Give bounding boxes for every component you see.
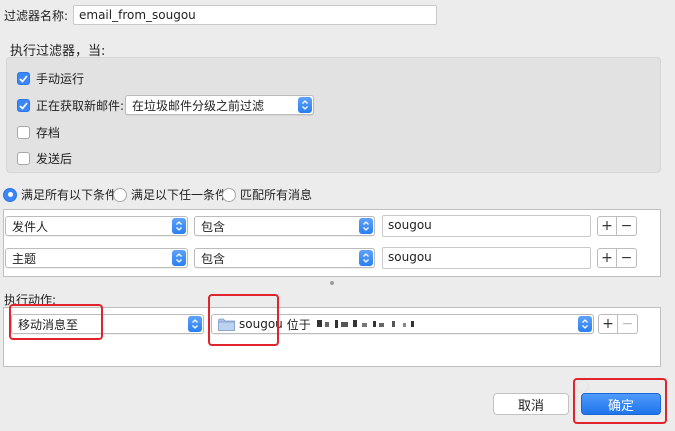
cancel-button[interactable]: 取消: [493, 393, 569, 415]
chevron-updown-icon: [188, 316, 202, 332]
add-action-button[interactable]: +: [598, 314, 618, 334]
condition-value-input[interactable]: sougou: [382, 247, 591, 269]
condition-operator-select[interactable]: 包含: [194, 216, 375, 236]
manual-run-label: 手动运行: [36, 72, 85, 86]
match-every-option[interactable]: 匹配所有消息: [222, 186, 312, 203]
condition-field-value: 主题: [12, 251, 37, 266]
condition-operator-value: 包含: [201, 219, 226, 234]
condition-field-select[interactable]: 主题: [5, 248, 188, 268]
archive-option[interactable]: 存档: [17, 124, 60, 141]
add-condition-button[interactable]: +: [597, 216, 617, 236]
highlight-folder-box: [208, 294, 279, 346]
after-send-option[interactable]: 发送后: [17, 150, 72, 167]
trigger-panel: [6, 57, 661, 173]
chevron-updown-icon: [172, 250, 186, 266]
chevron-updown-icon: [298, 97, 312, 113]
match-all-option[interactable]: 满足所有以下条件: [3, 186, 117, 203]
folder-location-prefix: 位于: [286, 317, 311, 332]
filter-name-label: 过滤器名称:: [4, 9, 69, 23]
condition-operator-value: 包含: [201, 251, 226, 266]
match-any-label: 满足以下任一条件: [131, 188, 228, 202]
condition-field-select[interactable]: 发件人: [5, 216, 188, 236]
after-send-label: 发送后: [36, 152, 73, 166]
fetch-timing-value: 在垃圾邮件分级之前过滤: [132, 98, 265, 113]
match-every-radio[interactable]: [222, 187, 236, 202]
highlight-ok-box: [573, 378, 667, 424]
fetching-mail-label: 正在获取新邮件:: [36, 99, 125, 113]
archive-checkbox[interactable]: [17, 126, 30, 139]
chevron-updown-icon: [359, 218, 373, 234]
match-any-radio[interactable]: [113, 187, 127, 202]
remove-condition-button[interactable]: −: [617, 248, 637, 268]
condition-operator-select[interactable]: 包含: [194, 248, 375, 268]
manual-run-option[interactable]: 手动运行: [17, 70, 84, 87]
archive-label: 存档: [36, 126, 61, 140]
manual-run-checkbox[interactable]: [17, 72, 30, 85]
folder-location-redacted: [315, 319, 425, 329]
match-all-radio[interactable]: [3, 187, 17, 202]
remove-condition-button[interactable]: −: [617, 216, 637, 236]
add-condition-button[interactable]: +: [597, 248, 617, 268]
fetch-timing-select[interactable]: 在垃圾邮件分级之前过滤: [125, 95, 314, 115]
condition-value-input[interactable]: sougou: [382, 215, 591, 237]
filter-name-input[interactable]: email_from_sougou: [73, 5, 437, 25]
chevron-updown-icon: [578, 316, 592, 332]
condition-field-value: 发件人: [12, 219, 49, 234]
fetching-mail-checkbox[interactable]: [17, 99, 30, 112]
match-every-label: 匹配所有消息: [240, 188, 313, 202]
fetching-mail-option[interactable]: 正在获取新邮件:: [17, 97, 124, 114]
match-all-label: 满足所有以下条件: [21, 188, 118, 202]
highlight-action-box: [9, 304, 103, 340]
match-any-option[interactable]: 满足以下任一条件: [113, 186, 227, 203]
splitter-handle[interactable]: [330, 281, 334, 285]
after-send-checkbox[interactable]: [17, 152, 30, 165]
remove-action-button[interactable]: −: [618, 314, 638, 334]
chevron-updown-icon: [359, 250, 373, 266]
chevron-updown-icon: [172, 218, 186, 234]
